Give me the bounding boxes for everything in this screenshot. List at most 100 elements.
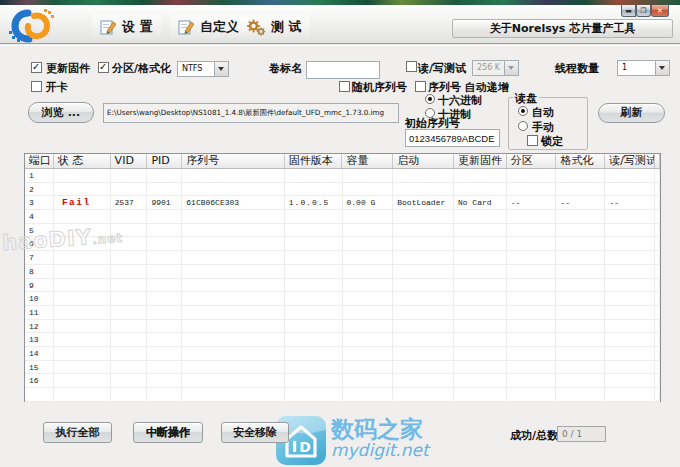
status-cell	[54, 320, 111, 334]
firmware-version-cell	[285, 374, 343, 388]
format-cell	[556, 374, 605, 388]
about-button[interactable]: 关于Norelsys 芯片量产工具	[452, 19, 673, 38]
haodiy-suffix: .net	[92, 231, 124, 247]
filler-cell	[655, 224, 660, 238]
interrupt-button[interactable]: 中断操作	[133, 422, 203, 443]
table-row[interactable]: 9	[25, 279, 660, 293]
rw-test-cell	[605, 265, 655, 279]
execute-all-button[interactable]: 执行全部	[43, 422, 112, 443]
rw-test-checkbox[interactable]	[406, 61, 417, 72]
browse-button[interactable]: 浏览 ...	[28, 102, 94, 123]
tab-test-label: 测 试	[271, 18, 302, 36]
update-firmware-checkbox[interactable]	[31, 62, 42, 73]
serial-cell	[182, 210, 284, 224]
vid-cell	[111, 169, 148, 183]
partition-format-label: 分区/格式化	[112, 61, 171, 76]
auto-radio[interactable]	[518, 106, 528, 116]
refresh-button[interactable]: 刷新	[598, 103, 665, 123]
partition-format-checkbox[interactable]	[98, 62, 109, 73]
hex-radio[interactable]	[425, 94, 435, 104]
capacity-cell	[343, 210, 394, 224]
format-cell	[556, 237, 605, 251]
toolbar: 设 置 自定义	[0, 5, 680, 44]
firmware-version-cell	[285, 251, 343, 265]
firmware-version-cell	[285, 388, 343, 402]
status-cell	[54, 347, 111, 361]
table-row[interactable]	[25, 388, 660, 402]
vid-cell	[111, 183, 148, 197]
safe-remove-button[interactable]: 安全移除	[221, 422, 289, 443]
open-card-checkbox[interactable]	[31, 81, 42, 92]
serial-cell	[182, 169, 284, 183]
pid-cell	[147, 224, 182, 238]
update-firmware-cell	[454, 320, 507, 334]
firmware-version-cell	[285, 237, 343, 251]
update-firmware-label: 更新固件	[46, 61, 90, 76]
rw-test-cell	[605, 320, 655, 334]
table-row[interactable]: 1	[25, 169, 660, 183]
capacity-cell	[343, 374, 394, 388]
filesystem-select[interactable]: NTFS	[177, 61, 229, 77]
column-header: 序列号	[182, 154, 284, 168]
lock-checkbox[interactable]	[527, 135, 538, 146]
table-row[interactable]: 3Fail2537990161CB06CE3031.0.0.50.00 GBoo…	[25, 196, 660, 210]
status-cell	[54, 306, 111, 320]
partition-cell	[507, 224, 557, 238]
minimize-button[interactable]: ▬	[621, 5, 636, 17]
status-cell	[54, 361, 111, 375]
boot-cell	[393, 361, 454, 375]
boot-cell	[393, 374, 454, 388]
status-cell	[54, 374, 111, 388]
filesystem-value: NTFS	[182, 64, 202, 73]
filler-cell	[655, 347, 660, 361]
filler-cell	[655, 251, 660, 265]
serial-cell	[182, 183, 284, 197]
table-row[interactable]: 10	[25, 292, 660, 306]
serial-cell	[182, 361, 284, 375]
table-row[interactable]: 15	[25, 361, 660, 375]
update-firmware-cell	[454, 347, 507, 361]
capacity-cell	[343, 361, 394, 375]
rw-size-select[interactable]: 256 K	[472, 60, 519, 76]
table-row[interactable]: 12	[25, 320, 660, 334]
tab-customize[interactable]: 自定义	[170, 15, 247, 39]
thread-count-select[interactable]: 1	[617, 60, 670, 76]
initial-serial-input[interactable]	[405, 129, 500, 147]
serial-cell	[182, 224, 284, 238]
capacity-cell	[343, 183, 394, 197]
table-row[interactable]: 2	[25, 183, 660, 197]
rw-test-cell	[605, 292, 655, 306]
firmware-path-input[interactable]: E:\Users\wang\Desktop\NS1081_1.4.8\最新固件\…	[103, 103, 399, 123]
table-row[interactable]: 14	[25, 347, 660, 361]
random-serial-label: 随机序列号	[352, 80, 407, 95]
update-firmware-cell	[454, 210, 507, 224]
thread-count-value: 1	[622, 63, 627, 72]
close-button[interactable]: ✕	[651, 5, 669, 17]
pid-cell	[147, 183, 182, 197]
pid-cell	[147, 265, 182, 279]
column-header: 启动	[393, 154, 454, 168]
pid-cell: 9901	[147, 196, 182, 210]
port-cell: 13	[25, 333, 54, 347]
random-serial-checkbox[interactable]	[339, 81, 350, 92]
success-total-value: 0 / 1	[557, 426, 606, 442]
table-row[interactable]: 16	[25, 374, 660, 388]
tab-test[interactable]: 测 试	[238, 15, 310, 39]
format-cell: --	[556, 196, 605, 210]
gears-icon	[246, 19, 266, 36]
restore-button[interactable]: ❐	[636, 5, 651, 17]
serial-cell	[182, 306, 284, 320]
table-row[interactable]: 7	[25, 251, 660, 265]
table-row[interactable]: 8	[25, 265, 660, 279]
serial-increment-checkbox[interactable]	[415, 81, 426, 92]
volume-input[interactable]	[306, 61, 380, 79]
auto-label: 自动	[532, 105, 554, 120]
serial-cell	[182, 279, 284, 293]
manual-radio[interactable]	[518, 121, 528, 131]
table-row[interactable]: 11	[25, 306, 660, 320]
read-disk-group-label: 读盘	[513, 91, 539, 106]
tab-settings[interactable]: 设 置	[92, 15, 161, 39]
table-row[interactable]: 4	[25, 210, 660, 224]
table-row[interactable]: 13	[25, 333, 660, 347]
rw-test-cell	[605, 224, 655, 238]
